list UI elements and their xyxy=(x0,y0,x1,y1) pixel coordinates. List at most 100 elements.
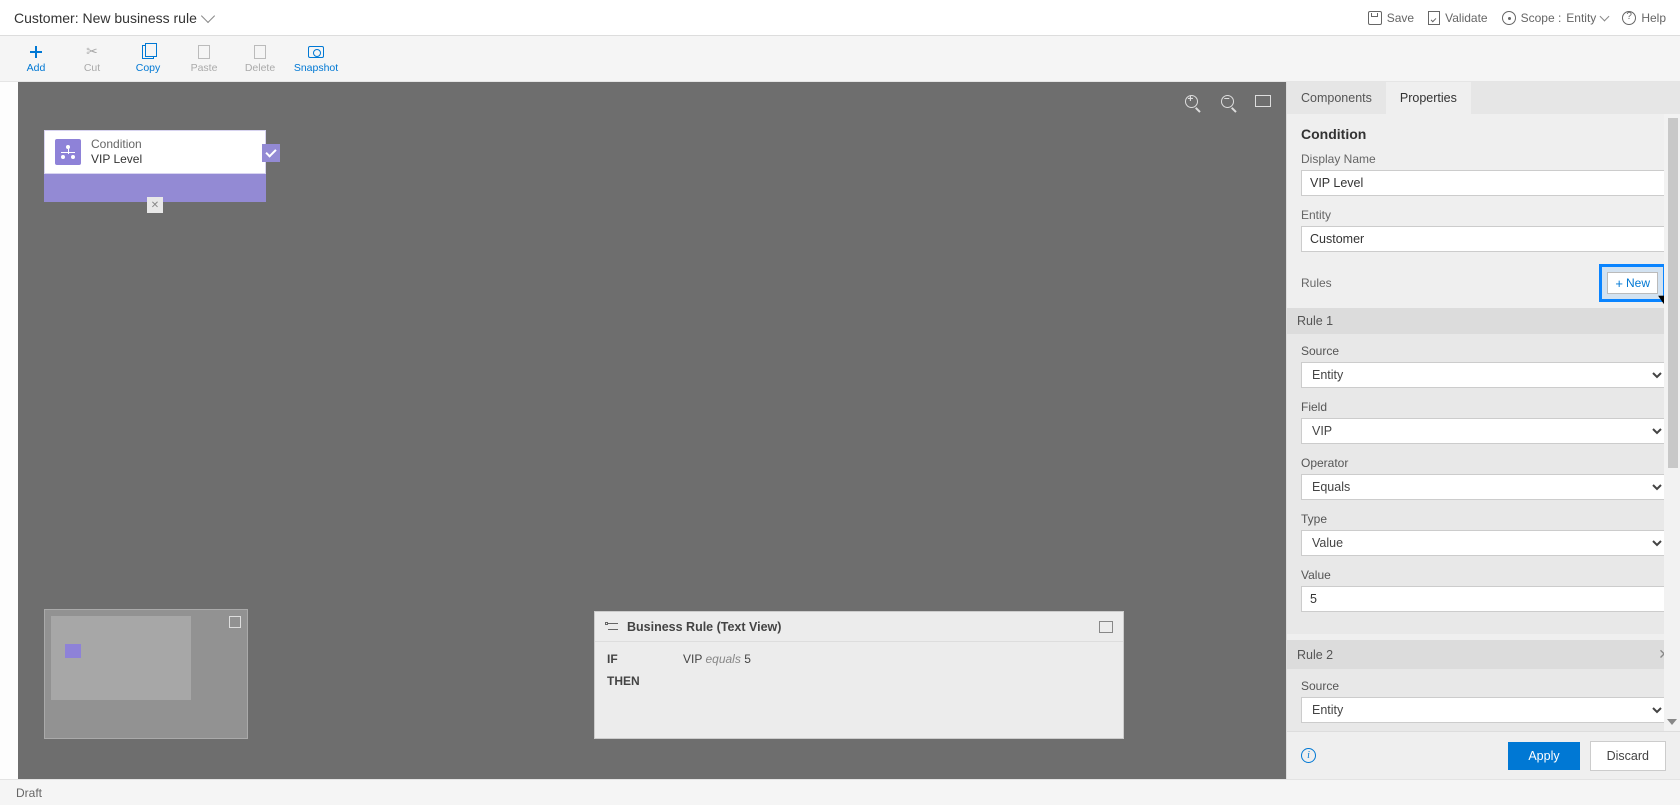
zoom-out-icon xyxy=(1221,95,1234,108)
paste-icon xyxy=(198,45,210,59)
chevron-down-icon xyxy=(1600,11,1610,21)
zoom-in-button[interactable] xyxy=(1182,92,1200,110)
if-keyword: IF xyxy=(607,652,647,666)
help-label: Help xyxy=(1641,11,1666,25)
fit-icon xyxy=(1255,95,1271,107)
zoom-out-button[interactable] xyxy=(1218,92,1236,110)
rules-label: Rules xyxy=(1301,276,1332,290)
then-keyword: THEN xyxy=(607,674,647,688)
delete-label: Delete xyxy=(245,62,275,74)
text-view-header[interactable]: Business Rule (Text View) xyxy=(595,612,1123,642)
condition-node-header[interactable]: Condition VIP Level xyxy=(44,130,266,174)
help-button[interactable]: Help xyxy=(1622,11,1666,25)
paste-button[interactable]: Paste xyxy=(180,39,228,79)
rule2-source-select[interactable]: Entity xyxy=(1301,697,1666,723)
fit-screen-button[interactable] xyxy=(1254,92,1272,110)
design-canvas[interactable]: Condition VIP Level ✕ Business Rule (Tex… xyxy=(18,82,1286,779)
cut-button[interactable]: ✂ Cut xyxy=(68,39,116,79)
validate-icon xyxy=(1428,11,1440,25)
paste-label: Paste xyxy=(191,62,218,74)
rule1-field-select[interactable]: VIP xyxy=(1301,418,1666,444)
copy-icon xyxy=(142,45,154,59)
minimap[interactable] xyxy=(44,609,248,739)
rule-1-body: Source Entity Field VIP Operator Equals … xyxy=(1287,334,1680,634)
rule1-type-select[interactable]: Value xyxy=(1301,530,1666,556)
save-label: Save xyxy=(1387,11,1414,25)
header-actions: Save Validate Scope : Entity Help xyxy=(1368,11,1666,25)
rule-1-title: Rule 1 xyxy=(1297,314,1333,328)
discard-button[interactable]: Discard xyxy=(1590,741,1666,771)
condition-type-label: Condition xyxy=(91,137,142,152)
text-view-body: IF VIP equals 5 THEN xyxy=(595,642,1123,706)
display-name-field: Display Name xyxy=(1301,152,1666,196)
scope-selector[interactable]: Scope : Entity xyxy=(1502,11,1609,25)
canvas-wrapper: Condition VIP Level ✕ Business Rule (Tex… xyxy=(0,82,1286,779)
scroll-down-icon[interactable] xyxy=(1667,719,1677,729)
canvas-controls xyxy=(1182,92,1272,110)
expr-field: VIP xyxy=(683,652,702,666)
add-label: Add xyxy=(27,62,46,74)
scope-label: Scope : xyxy=(1521,11,1562,25)
display-name-input[interactable] xyxy=(1301,170,1666,196)
rule1-operator-select[interactable]: Equals xyxy=(1301,474,1666,500)
save-button[interactable]: Save xyxy=(1368,11,1414,25)
page-title: Customer: New business rule xyxy=(14,10,197,26)
condition-node[interactable]: Condition VIP Level ✕ xyxy=(44,130,266,202)
rule1-field-label: Field xyxy=(1301,400,1666,414)
rule-2-title: Rule 2 xyxy=(1297,648,1333,662)
app-header: Customer: New business rule Save Validat… xyxy=(0,0,1680,36)
condition-true-output[interactable] xyxy=(262,144,280,162)
title-main: New business rule xyxy=(82,10,196,26)
workspace: Condition VIP Level ✕ Business Rule (Tex… xyxy=(0,82,1680,779)
expand-icon[interactable] xyxy=(1099,621,1113,633)
header-title-group[interactable]: Customer: New business rule xyxy=(14,10,213,26)
new-rule-highlight: + New xyxy=(1599,264,1666,302)
panel-body: Condition Display Name Entity Rules + Ne… xyxy=(1287,114,1680,731)
tab-properties[interactable]: Properties xyxy=(1386,82,1471,114)
condition-false-output[interactable]: ✕ xyxy=(147,197,163,213)
display-name-label: Display Name xyxy=(1301,152,1666,166)
new-rule-label: New xyxy=(1626,276,1650,290)
validate-label: Validate xyxy=(1445,11,1487,25)
minimap-node-icon xyxy=(65,644,81,658)
scope-icon xyxy=(1502,11,1516,25)
copy-button[interactable]: Copy xyxy=(124,39,172,79)
entity-field: Entity xyxy=(1301,208,1666,252)
info-icon[interactable]: i xyxy=(1301,748,1316,763)
help-icon xyxy=(1622,11,1636,25)
scope-value: Entity xyxy=(1566,11,1596,25)
rule2-source-label: Source xyxy=(1301,679,1666,693)
rules-header: Rules + New xyxy=(1301,264,1666,302)
rule1-type-label: Type xyxy=(1301,512,1666,526)
apply-button[interactable]: Apply xyxy=(1508,742,1579,770)
cut-label: Cut xyxy=(84,62,100,74)
rule1-value-input[interactable] xyxy=(1301,586,1666,612)
add-button[interactable]: Add xyxy=(12,39,60,79)
plus-icon xyxy=(29,45,43,59)
rule-2-header[interactable]: Rule 2 ✕ xyxy=(1287,640,1680,669)
list-icon xyxy=(605,621,619,633)
scrollbar-thumb[interactable] xyxy=(1668,118,1678,468)
new-rule-button[interactable]: + New xyxy=(1607,272,1658,294)
minimap-expand-icon[interactable] xyxy=(229,616,241,628)
expr-value: 5 xyxy=(744,652,751,666)
expr-operator: equals xyxy=(705,652,740,666)
entity-input[interactable] xyxy=(1301,226,1666,252)
properties-panel: Components Properties Condition Display … xyxy=(1286,82,1680,779)
condition-name: VIP Level xyxy=(91,152,142,167)
delete-button[interactable]: Delete xyxy=(236,39,284,79)
status-bar: Draft xyxy=(0,779,1680,805)
scissors-icon: ✂ xyxy=(84,44,100,60)
snapshot-button[interactable]: Snapshot xyxy=(292,39,340,79)
copy-label: Copy xyxy=(136,62,161,74)
rule1-value-label: Value xyxy=(1301,568,1666,582)
tab-components[interactable]: Components xyxy=(1287,82,1386,114)
delete-icon xyxy=(254,45,266,59)
minimap-viewport[interactable] xyxy=(51,616,191,700)
panel-scrollbar[interactable] xyxy=(1664,114,1680,731)
rule-1-header[interactable]: Rule 1 xyxy=(1287,308,1680,334)
rule1-operator-label: Operator xyxy=(1301,456,1666,470)
validate-button[interactable]: Validate xyxy=(1428,11,1487,25)
rule1-source-select[interactable]: Entity xyxy=(1301,362,1666,388)
chevron-down-icon[interactable] xyxy=(201,8,215,22)
